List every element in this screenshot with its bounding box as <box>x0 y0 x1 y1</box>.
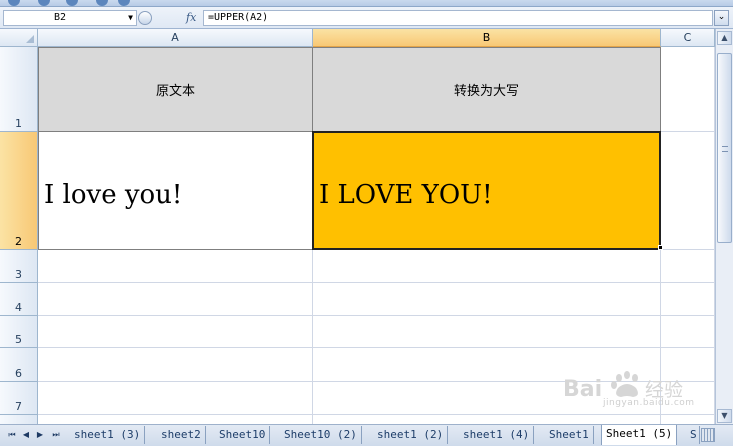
formula-cancel-icon[interactable] <box>138 11 152 25</box>
cell-a2[interactable]: I love you! <box>38 131 313 250</box>
cell-a3[interactable] <box>38 250 313 283</box>
cell-a1[interactable]: 原文本 <box>38 47 313 132</box>
row-number: 2 <box>15 235 22 248</box>
cell-b6[interactable] <box>313 348 661 382</box>
row-number: 6 <box>15 367 22 380</box>
select-all-button[interactable] <box>0 29 38 47</box>
cell-a5[interactable] <box>38 316 313 348</box>
cell-b1[interactable]: 转换为大写 <box>312 47 661 132</box>
column-header-a[interactable]: A <box>38 29 313 47</box>
scroll-thumb[interactable] <box>717 53 732 243</box>
row-number: 5 <box>15 333 22 346</box>
name-box-value: B2 <box>54 12 67 23</box>
sheet-tab[interactable]: Sheet10 <box>215 426 271 444</box>
cell-c4[interactable] <box>661 283 715 316</box>
sheet-tab[interactable]: Sheet10 (2) <box>280 426 362 444</box>
column-header-c[interactable]: C <box>661 29 715 47</box>
save-icon[interactable] <box>8 0 20 6</box>
cell-c8[interactable] <box>661 415 715 424</box>
cell-a7[interactable] <box>38 382 313 415</box>
quick-access-toolbar <box>0 0 733 7</box>
sheet-tab[interactable]: sheet1 (3) <box>70 426 146 444</box>
cell-b5[interactable] <box>313 316 661 348</box>
row-number: 3 <box>15 268 22 281</box>
name-box[interactable]: B2 ▼ <box>3 10 137 26</box>
cell-c1[interactable] <box>661 47 715 132</box>
formula-input[interactable]: =UPPER(A2) <box>203 10 713 26</box>
sheet-tab[interactable]: sheet1 (4) <box>459 426 535 444</box>
redo-icon[interactable] <box>66 0 78 6</box>
first-sheet-icon[interactable]: ⏮ <box>6 428 18 442</box>
cell-a8[interactable] <box>38 415 313 424</box>
cell-a4[interactable] <box>38 283 313 316</box>
chevron-down-icon[interactable]: ▼ <box>128 11 133 25</box>
sheet-tab[interactable]: Sheet1 <box>545 426 594 444</box>
sheet-tab-active[interactable]: Sheet1 (5) <box>601 425 678 445</box>
cell-c2[interactable] <box>661 131 715 250</box>
insert-function-icon[interactable]: fx <box>186 10 196 26</box>
preview-icon[interactable] <box>118 0 130 6</box>
row-header-7[interactable]: 7 <box>0 382 38 415</box>
sheet-tab[interactable]: sheet2 <box>157 426 206 444</box>
scroll-up-button[interactable]: ▲ <box>717 31 732 45</box>
last-sheet-icon[interactable]: ⏭ <box>50 428 62 442</box>
row-header-2[interactable]: 2 <box>0 132 38 250</box>
row-header-1[interactable]: 1 <box>0 47 38 132</box>
column-header-b[interactable]: B <box>313 29 661 47</box>
cell-b7[interactable] <box>313 382 661 415</box>
scroll-down-button[interactable]: ▼ <box>717 409 732 423</box>
cell-b2[interactable]: I LOVE YOU! <box>312 131 661 250</box>
cell-c3[interactable] <box>661 250 715 283</box>
sheet-tabs-bar: ⏮ ◀ ▶ ⏭ sheet1 (3) sheet2 Sheet10 Sheet1… <box>0 424 733 446</box>
cell-b3[interactable] <box>313 250 661 283</box>
sheet-tab[interactable]: sheet1 (2) <box>373 426 449 444</box>
next-sheet-icon[interactable]: ▶ <box>34 428 46 442</box>
chevron-down-icon: ⌄ <box>717 12 726 22</box>
expand-formula-bar-button[interactable]: ⌄ <box>714 10 729 26</box>
row-number: 7 <box>15 400 22 413</box>
row-header-8[interactable] <box>0 415 38 424</box>
worksheet-grid[interactable]: A B C 1 2 3 4 5 6 7 原文本 转换为大写 I love you… <box>0 29 715 424</box>
row-header-3[interactable]: 3 <box>0 250 38 283</box>
prev-sheet-icon[interactable]: ◀ <box>20 428 32 442</box>
sheet-tab[interactable]: S <box>688 426 700 444</box>
row-number: 4 <box>15 301 22 314</box>
cell-b4[interactable] <box>313 283 661 316</box>
row-header-6[interactable]: 6 <box>0 348 38 382</box>
cell-b8[interactable] <box>313 415 661 424</box>
row-header-5[interactable]: 5 <box>0 316 38 348</box>
formula-bar: B2 ▼ fx =UPPER(A2) ⌄ <box>0 7 733 29</box>
print-icon[interactable] <box>96 0 108 6</box>
tab-split-handle[interactable] <box>701 428 715 442</box>
cell-c6[interactable] <box>661 348 715 382</box>
row-header-4[interactable]: 4 <box>0 283 38 316</box>
vertical-scrollbar[interactable]: ▲ ▼ <box>715 29 733 424</box>
cell-c7[interactable] <box>661 382 715 415</box>
cell-c5[interactable] <box>661 316 715 348</box>
cell-a6[interactable] <box>38 348 313 382</box>
undo-icon[interactable] <box>38 0 50 6</box>
row-number: 1 <box>15 117 22 130</box>
grip-icon <box>722 146 728 152</box>
